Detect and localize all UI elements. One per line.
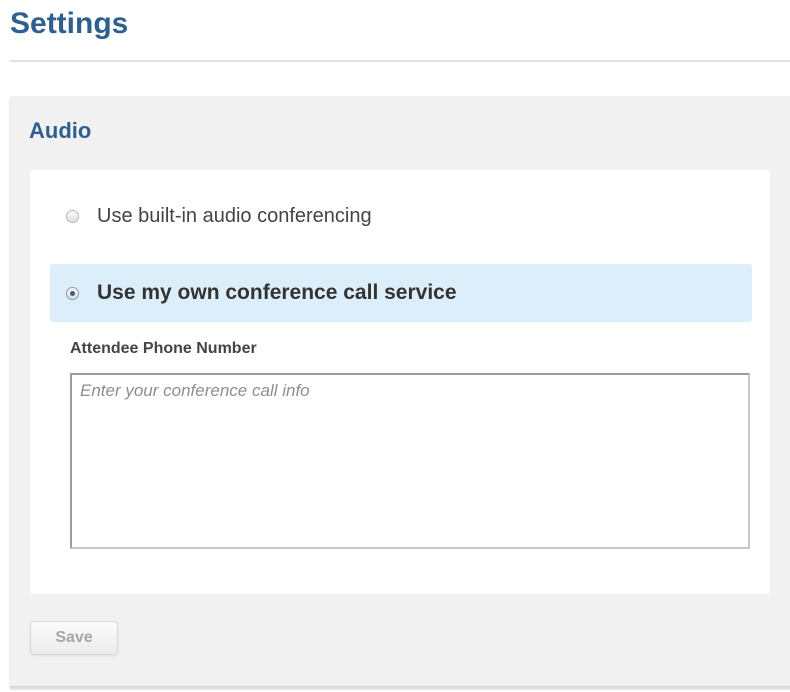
save-button[interactable]: Save — [30, 621, 118, 655]
radio-own-service[interactable] — [66, 286, 79, 300]
audio-options-card: Use built-in audio conferencing Use my o… — [30, 170, 770, 594]
audio-option-builtin[interactable]: Use built-in audio conferencing — [50, 188, 752, 244]
section-title-audio: Audio — [29, 118, 92, 143]
audio-settings-panel: Audio Use built-in audio conferencing Us… — [10, 96, 790, 686]
option-label-own-service: Use my own conference call service — [97, 281, 457, 304]
settings-page: Settings Audio Use built-in audio confer… — [0, 0, 790, 692]
audio-option-own-service[interactable]: Use my own conference call service — [50, 264, 752, 322]
page-title: Settings — [10, 7, 129, 40]
title-divider — [10, 60, 790, 62]
option-label-builtin: Use built-in audio conferencing — [97, 204, 372, 227]
panel-bottom-edge — [10, 686, 790, 690]
attendee-phone-input[interactable] — [70, 373, 750, 549]
attendee-phone-label: Attendee Phone Number — [70, 340, 257, 357]
radio-builtin-audio[interactable] — [66, 209, 79, 223]
